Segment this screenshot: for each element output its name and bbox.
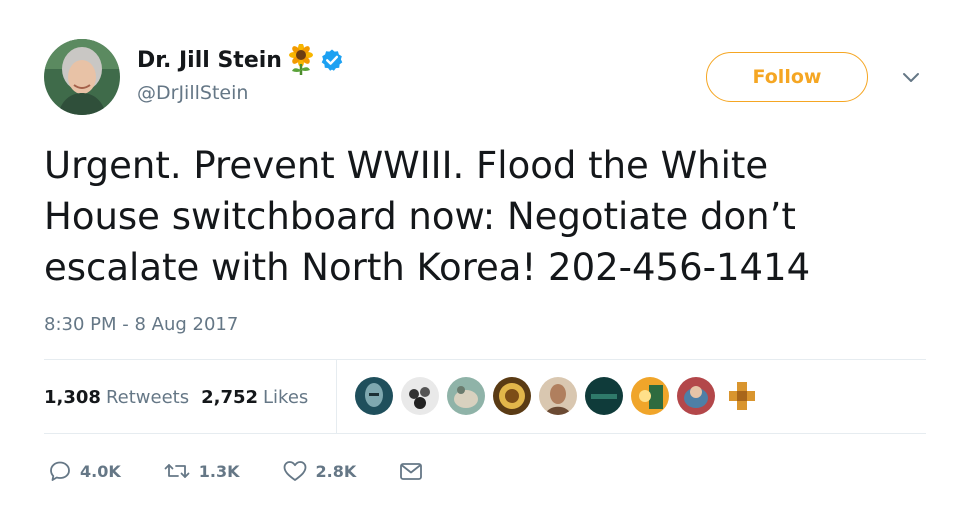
chevron-down-icon[interactable]	[900, 66, 922, 88]
heart-icon	[283, 461, 306, 481]
likes-count: 2,752	[201, 386, 259, 408]
stats-separator	[336, 360, 337, 433]
liker-avatar[interactable]	[631, 377, 669, 415]
retweets-count: 1,308	[44, 386, 101, 408]
display-name-text: Dr. Jill Stein	[137, 47, 282, 73]
reply-button[interactable]: 4.0K	[48, 459, 121, 483]
liker-avatar[interactable]	[539, 377, 577, 415]
author-handle[interactable]: @DrJillStein	[137, 82, 248, 104]
likes-stat[interactable]: 2,752 Likes	[201, 387, 308, 408]
liker-avatar[interactable]	[585, 377, 623, 415]
liker-avatar[interactable]	[677, 377, 715, 415]
liker-avatars	[355, 377, 761, 415]
tweet-actions: 4.0K 1.3K 2.8K	[48, 456, 466, 486]
liker-avatar[interactable]	[723, 377, 761, 415]
retweets-label: Retweets	[105, 386, 190, 408]
reply-icon	[50, 461, 70, 481]
author-display-name[interactable]: Dr. Jill Stein	[137, 44, 344, 76]
envelope-icon	[400, 463, 423, 480]
tweet-stats: 1,308 Retweets 2,752 Likes	[44, 383, 320, 411]
retweet-icon	[164, 464, 190, 478]
reply-count: 4.0K	[80, 461, 121, 481]
liker-avatar[interactable]	[447, 377, 485, 415]
liker-avatar[interactable]	[355, 377, 393, 415]
sunflower-icon	[288, 44, 313, 75]
tweet-timestamp[interactable]: 8:30 PM - 8 Aug 2017	[44, 314, 238, 335]
retweets-stat[interactable]: 1,308 Retweets	[44, 387, 189, 408]
likes-label: Likes	[263, 386, 309, 408]
verified-badge-icon	[321, 49, 343, 71]
direct-message-button[interactable]	[398, 459, 424, 483]
like-button[interactable]: 2.8K	[282, 459, 357, 483]
liker-avatar[interactable]	[401, 377, 439, 415]
tweet-text: Urgent. Prevent WWIII. Flood the White H…	[44, 144, 811, 289]
follow-button[interactable]: Follow	[706, 52, 868, 102]
like-count: 2.8K	[315, 461, 357, 481]
divider	[44, 433, 926, 434]
retweet-button[interactable]: 1.3K	[163, 459, 240, 483]
avatar-image	[44, 39, 120, 115]
avatar[interactable]	[44, 39, 120, 115]
liker-avatar[interactable]	[493, 377, 531, 415]
divider	[44, 359, 926, 360]
retweet-count: 1.3K	[198, 461, 240, 481]
